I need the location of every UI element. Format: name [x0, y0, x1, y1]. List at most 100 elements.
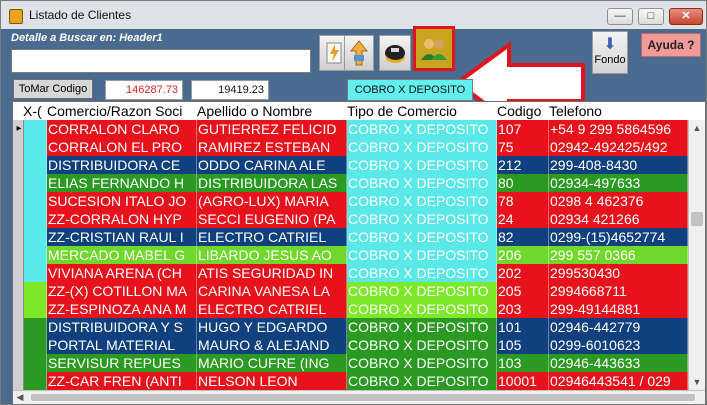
table-row[interactable]: CORRALON EL PRO RAMIREZ ESTEBAN COBRO X DE…	[13, 138, 688, 156]
header-codigo[interactable]: Codigo	[497, 102, 549, 120]
cobro-filter-chip[interactable]: COBRO X DEPOSITO	[347, 79, 473, 101]
cell-apellido: MAURO & ALEJAND	[197, 336, 347, 354]
table-row[interactable]: ▸ CORRALON CLARO GUTIERREZ FELICID COBRO X …	[13, 120, 688, 138]
table-row[interactable]: MERCADO MABEL G LIBARDO JESUS AO COBRO X D…	[13, 246, 688, 264]
row-x-cell	[24, 210, 47, 228]
cell-codigo: 80	[497, 174, 549, 192]
header-x[interactable]: X-(	[23, 102, 47, 120]
minimize-button[interactable]: —	[607, 8, 633, 25]
sort-button[interactable]	[344, 35, 374, 71]
cell-comercio: SUCESION ITALO JO	[47, 192, 197, 210]
cell-telefono: 02934-497633	[549, 174, 688, 192]
cap-button[interactable]	[379, 35, 411, 71]
cell-tipo: COBRO X DEPOSITO	[347, 120, 497, 138]
table-row[interactable]: ZZ-CAR FREN (ANTI NELSON LEON COBRO X DEPO…	[13, 372, 688, 390]
table-row[interactable]: DISTRIBUIDORA CE ODDO CARINA ALE COBRO X D…	[13, 156, 688, 174]
header-comercio[interactable]: Comercio/Razon Soci	[47, 102, 197, 120]
cell-codigo: 10001	[497, 372, 549, 390]
vertical-scrollbar[interactable]: ▲ ▼	[688, 120, 705, 390]
row-marker	[14, 228, 24, 246]
cell-telefono: 299-49144881	[549, 300, 688, 318]
cell-tipo: COBRO X DEPOSITO	[347, 156, 497, 174]
cap-icon	[385, 45, 406, 63]
cell-comercio: PORTAL MATERIAL	[47, 336, 197, 354]
fondo-button[interactable]: ⬇ Fondo	[592, 31, 628, 74]
scroll-up-icon[interactable]: ▲	[689, 120, 705, 136]
cell-telefono: +54 9 299 5864596	[549, 120, 688, 138]
row-x-cell	[24, 318, 47, 336]
row-x-cell	[24, 300, 47, 318]
cell-apellido: ELECTRO CATRIEL	[197, 300, 347, 318]
horizontal-scrollbar[interactable]: ◀	[13, 390, 705, 404]
header-telefono[interactable]: Telefono	[549, 102, 689, 120]
cell-comercio: ZZ-CRISTIAN RAUL I	[47, 228, 197, 246]
table-row[interactable]: ZZ-(X) COTILLON MA CARINA VANESA LA COBRO …	[13, 282, 688, 300]
table-row[interactable]: SERVISUR REPUES MARIO CUFRE (ING COBRO X D…	[13, 354, 688, 372]
app-icon	[9, 9, 23, 24]
client-list-form: Detalle a Buscar en: Header1 ⬇ Fondo Ayu…	[1, 26, 706, 404]
table-row[interactable]: PORTAL MATERIAL MAURO & ALEJAND COBRO X DE…	[13, 336, 688, 354]
scroll-left-icon[interactable]: ◀	[13, 391, 27, 404]
row-marker	[14, 174, 24, 192]
row-marker	[14, 372, 24, 390]
row-marker	[14, 300, 24, 318]
cell-apellido: CARINA VANESA LA	[197, 282, 347, 300]
search-input[interactable]	[11, 49, 311, 73]
cell-comercio: ZZ-CORRALON HYP	[47, 210, 197, 228]
row-marker: ▸	[16, 123, 22, 134]
cell-codigo: 103	[497, 354, 549, 372]
cell-tipo: COBRO X DEPOSITO	[347, 210, 497, 228]
horizontal-scroll-thumb[interactable]	[31, 394, 695, 401]
close-button[interactable]: ✕	[669, 8, 703, 25]
cell-apellido: SECCI EUGENIO (PA	[197, 210, 347, 228]
cell-tipo: COBRO X DEPOSITO	[347, 282, 497, 300]
cell-codigo: 24	[497, 210, 549, 228]
row-x-cell	[24, 138, 47, 156]
scroll-down-icon[interactable]: ▼	[689, 374, 705, 390]
cell-comercio: ZZ-CAR FREN (ANTI	[47, 372, 197, 390]
cell-telefono: 299-408-8430	[549, 156, 688, 174]
ayuda-button[interactable]: Ayuda ?	[641, 33, 701, 57]
cell-codigo: 206	[497, 246, 549, 264]
cell-tipo: COBRO X DEPOSITO	[347, 336, 497, 354]
row-x-cell	[24, 282, 47, 300]
row-x-cell	[24, 174, 47, 192]
cell-tipo: COBRO X DEPOSITO	[347, 174, 497, 192]
fondo-label: Fondo	[594, 54, 626, 66]
cell-comercio: ELIAS FERNANDO H	[47, 174, 197, 192]
cell-codigo: 205	[497, 282, 549, 300]
table-row[interactable]: ZZ-ESPINOZA ANA M ELECTRO CATRIEL COBRO X …	[13, 300, 688, 318]
table-row[interactable]: ZZ-CORRALON HYP SECCI EUGENIO (PA COBRO X …	[13, 210, 688, 228]
table-row[interactable]: ZZ-CRISTIAN RAUL I ELECTRO CATRIEL COBRO X…	[13, 228, 688, 246]
cell-telefono: 02934 421266	[549, 210, 688, 228]
row-x-cell	[24, 264, 47, 282]
table-row[interactable]: VIVIANA ARENA (CH ATIS SEGURIDAD IN COBRO …	[13, 264, 688, 282]
cell-codigo: 203	[497, 300, 549, 318]
header-apellido[interactable]: Apellido o Nombre	[197, 102, 347, 120]
table-row[interactable]: SUCESION ITALO JO (AGRO-LUX) MARIA COBRO X…	[13, 192, 688, 210]
cell-telefono: 2994668711	[549, 282, 688, 300]
users-icon	[421, 38, 447, 60]
total-amount-1: 146287.73	[105, 80, 183, 100]
row-marker	[14, 318, 24, 336]
cell-comercio: DISTRIBUIDORA CE	[47, 156, 197, 174]
maximize-button[interactable]: □	[638, 8, 664, 25]
cell-apellido: NELSON LEON	[197, 372, 347, 390]
total-amount-2: 19419.23	[191, 80, 269, 100]
table-row[interactable]: DISTRIBUIDORA Y S HUGO Y EDGARDO COBRO X D…	[13, 318, 688, 336]
row-marker	[14, 264, 24, 282]
cell-codigo: 105	[497, 336, 549, 354]
vertical-scroll-thumb[interactable]	[691, 212, 703, 226]
cell-tipo: COBRO X DEPOSITO	[347, 228, 497, 246]
header-tipo[interactable]: Tipo de Comercio	[347, 102, 497, 120]
users-button[interactable]	[413, 26, 455, 71]
row-marker	[14, 210, 24, 228]
clients-grid[interactable]: X-( Comercio/Razon Soci Apellido o Nombr…	[12, 101, 706, 404]
tomar-codigo-button[interactable]: ToMar Codigo	[13, 79, 93, 99]
cell-tipo: COBRO X DEPOSITO	[347, 192, 497, 210]
cell-apellido: GUTIERREZ FELICID	[197, 120, 347, 138]
row-marker	[14, 246, 24, 264]
table-row[interactable]: ELIAS FERNANDO H DISTRIBUIDORA LAS COBRO X…	[13, 174, 688, 192]
cell-comercio: MERCADO MABEL G	[47, 246, 197, 264]
cell-tipo: COBRO X DEPOSITO	[347, 264, 497, 282]
